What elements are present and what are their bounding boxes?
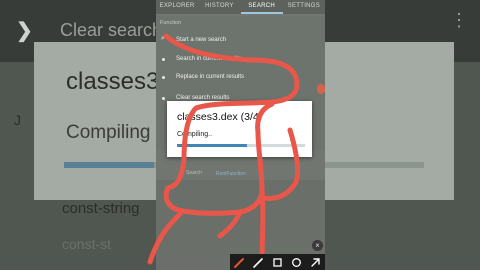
background-code-line: const-string: [62, 200, 140, 217]
background-dialog-status: Compiling: [66, 122, 151, 143]
tab-history[interactable]: HISTORY: [198, 0, 240, 14]
background-progress-fill: [64, 162, 154, 168]
pen-tool-icon[interactable]: [233, 255, 247, 269]
background-dialog-title: classes3: [66, 68, 160, 95]
progress-bar: [177, 144, 305, 147]
menu-header: Function: [160, 20, 182, 26]
arrow-tool-icon[interactable]: [309, 255, 323, 269]
dialog-title: classes3.dex (3/4): [177, 111, 263, 123]
edge-indicator: [317, 84, 325, 94]
bullet-icon: [162, 58, 165, 61]
back-arrow-icon: ❯: [16, 20, 33, 42]
menu-item-search-current[interactable]: Search in current results: [176, 56, 241, 62]
bullet-icon: [162, 97, 165, 100]
dialog-status: Compiling..: [177, 131, 213, 138]
bullet-icon: [162, 76, 165, 79]
tab-explorer[interactable]: EXPLORER: [156, 0, 198, 14]
background-side-letter: J: [14, 112, 21, 128]
footer-link[interactable]: RootFunction: [216, 171, 246, 177]
search-icon: ⌕: [161, 35, 165, 42]
background-title: Clear search: [60, 20, 163, 40]
tab-bar: EXPLORER HISTORY SEARCH SETTINGS: [156, 0, 325, 14]
tab-search[interactable]: SEARCH: [240, 0, 283, 14]
compile-progress-dialog: classes3.dex (3/4) Compiling..: [167, 101, 312, 157]
menu-item-new-search[interactable]: Start a new search: [176, 37, 226, 43]
menu-item-replace[interactable]: Replace in current results: [176, 74, 244, 80]
rectangle-tool-icon[interactable]: [271, 255, 285, 269]
overflow-menu-icon: ⋮: [450, 10, 468, 30]
eraser-tool-icon[interactable]: [252, 255, 266, 269]
footer-text: Search: [186, 170, 202, 176]
background-code-line: const-st: [62, 236, 112, 252]
tab-settings[interactable]: SETTINGS: [283, 0, 325, 14]
circle-tool-icon[interactable]: [290, 255, 304, 269]
close-toolbar-icon[interactable]: ×: [312, 240, 323, 251]
drawing-toolbar: [230, 254, 325, 270]
progress-bar-fill: [177, 144, 248, 147]
